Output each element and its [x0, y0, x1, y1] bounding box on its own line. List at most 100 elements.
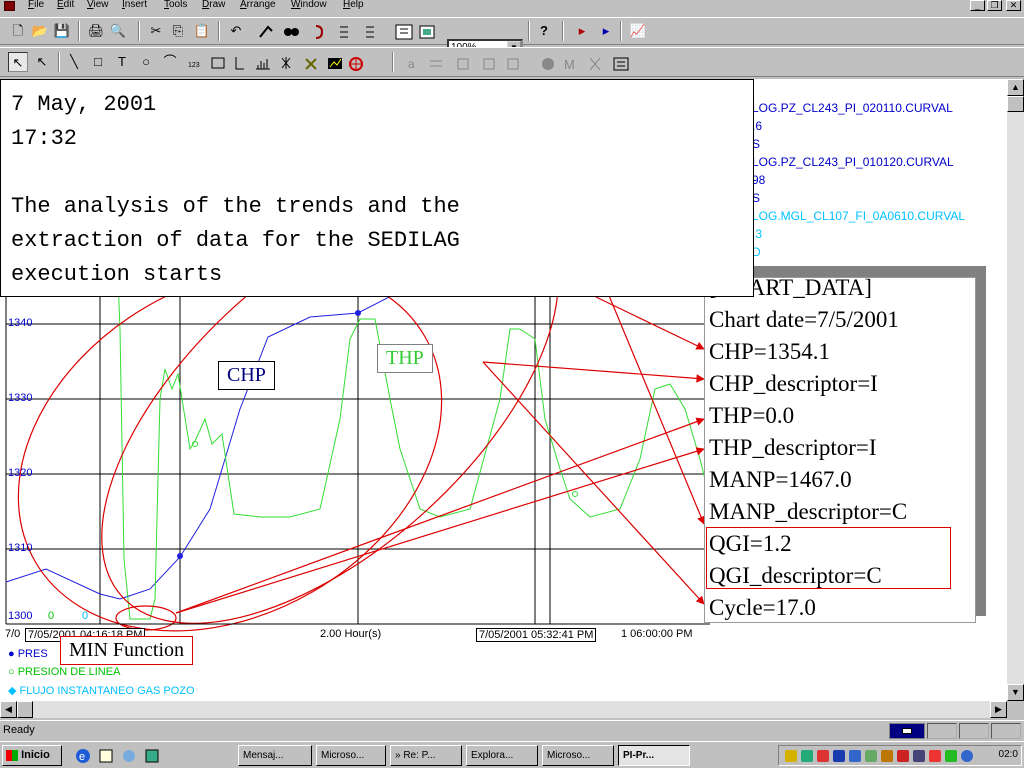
chart-data-line: THP=0.0 — [709, 403, 795, 428]
line-tool-icon[interactable]: ╲ — [64, 52, 84, 72]
note-date: 7 May, 2001 — [11, 92, 157, 117]
menu-help[interactable]: Help — [343, 0, 364, 10]
copy-icon[interactable]: ⎘ — [168, 21, 188, 41]
menu-draw[interactable]: Draw — [202, 0, 225, 10]
selector-icon[interactable]: ↖ — [32, 52, 52, 72]
cut-icon[interactable]: ✂ — [146, 21, 166, 41]
menu-edit[interactable]: Edit — [57, 0, 74, 10]
x-axis-cursor-time[interactable]: 7/05/2001 05:32:41 PM — [476, 628, 597, 642]
open-folder-icon[interactable]: 📂 — [30, 21, 50, 41]
symbol-tools-icons[interactable]: 123 — [186, 55, 366, 73]
chart-icon[interactable]: 📈 — [628, 21, 648, 41]
tray-icon[interactable] — [833, 750, 845, 762]
note-time: 17:32 — [11, 126, 78, 151]
y-tick-label: 1310 — [8, 542, 33, 554]
taskbar-item-re[interactable]: » Re: P... — [390, 745, 462, 766]
menu-window[interactable]: Window — [291, 0, 327, 10]
min-function-label[interactable]: MIN Function — [60, 636, 193, 665]
taskbar-item-pi[interactable]: PI-Pr... — [618, 745, 690, 766]
tray-icon[interactable] — [913, 750, 925, 762]
status-bar: Ready — [0, 720, 1024, 740]
status-pane — [991, 723, 1021, 739]
tray-icon[interactable] — [785, 750, 797, 762]
chp-label[interactable]: CHP — [218, 361, 275, 390]
tray-icon[interactable] — [865, 750, 877, 762]
chart-data-line: CHP=1354.1 — [709, 339, 830, 364]
undo-icon[interactable]: ↶ — [226, 21, 246, 41]
chart-data-line: THP_descriptor=I — [709, 435, 877, 460]
close-icon[interactable]: ✕ — [1006, 0, 1021, 11]
status-indicator — [889, 723, 925, 739]
tag-name[interactable]: LOG.MGL_CL107_FI_0A0610.CURVAL — [752, 207, 965, 225]
hscroll-thumb[interactable] — [17, 701, 33, 718]
print-icon[interactable]: 🖨 — [86, 21, 106, 41]
chp-series-marker — [355, 310, 361, 316]
tag-unit: S — [752, 191, 761, 205]
menu-tools[interactable]: Tools — [164, 0, 187, 10]
toolbar-separator — [392, 52, 394, 72]
tray-icon[interactable] — [961, 750, 973, 762]
arc-tool-icon[interactable]: ⌒ — [160, 52, 180, 72]
legend-item-pres[interactable]: ● PRES — [8, 648, 48, 660]
text-tool-icon[interactable]: T — [112, 52, 132, 72]
taskbar-item-explorer[interactable]: Explora... — [466, 745, 538, 766]
taskbar-item-microsoft-1[interactable]: Microso... — [316, 745, 386, 766]
print-preview-icon[interactable]: 🔍 — [108, 21, 128, 41]
scroll-up-icon[interactable]: ▲ — [1007, 79, 1024, 96]
tray-icon[interactable] — [849, 750, 861, 762]
tray-icon[interactable] — [945, 750, 957, 762]
tray-icon[interactable] — [801, 750, 813, 762]
menu-view[interactable]: View — [87, 0, 109, 10]
minimize-icon[interactable]: _ — [970, 0, 985, 11]
windows-logo-icon — [6, 749, 18, 761]
tray-icon[interactable] — [881, 750, 893, 762]
toolbar-misc-icons[interactable] — [258, 23, 454, 41]
play-icon[interactable]: ▸ — [596, 21, 616, 41]
legend-label: PRESION DE LINEA — [17, 666, 121, 678]
scroll-thumb[interactable] — [1007, 96, 1024, 112]
scroll-right-icon[interactable]: ▶ — [990, 701, 1007, 718]
menu-arrange[interactable]: Arrange — [240, 0, 276, 10]
run-icon[interactable]: ▸ — [572, 21, 592, 41]
app-icon[interactable] — [4, 1, 15, 11]
document-canvas[interactable]: 1340 1330 1320 1310 1300 0 0 7/0 7/05/20… — [0, 79, 1007, 701]
horizontal-scrollbar[interactable]: ◀ ▶ — [0, 701, 1007, 718]
paste-icon[interactable]: 📋 — [192, 21, 212, 41]
note-box[interactable]: 7 May, 2001 17:32 The analysis of the tren… — [0, 79, 754, 297]
legend-item-presion[interactable]: ○ PRESION DE LINEA — [8, 666, 120, 678]
thp-label[interactable]: THP — [377, 344, 433, 373]
vertical-scrollbar[interactable]: ▲ ▼ — [1007, 79, 1024, 701]
tray-icon[interactable] — [929, 750, 941, 762]
pointer-icon[interactable]: ↖ — [8, 52, 28, 72]
start-button[interactable]: Inicio — [2, 745, 62, 766]
toolbar-separator — [620, 21, 622, 41]
chart-data-line: Cycle=17.0 — [709, 595, 816, 620]
tray-icon[interactable] — [897, 750, 909, 762]
system-tray: 02:0 — [778, 745, 1022, 766]
scroll-corner — [1007, 701, 1024, 718]
rectangle-tool-icon[interactable]: □ — [88, 52, 108, 72]
quick-launch-icons[interactable]: e — [74, 747, 174, 765]
help-icon[interactable]: ? — [534, 21, 554, 41]
ellipse-tool-icon[interactable]: ○ — [136, 52, 156, 72]
note-spacer — [11, 156, 743, 190]
legend-item-flujo[interactable]: ◆ FLUJO INSTANTANEO GAS POZO — [8, 684, 195, 697]
tag-unit: D — [752, 245, 761, 259]
tray-icon[interactable] — [817, 750, 829, 762]
tag-list: LOG.PZ_CL243_PI_020110.CURVAL .6 S LOG.P… — [752, 99, 965, 261]
tag-name[interactable]: LOG.PZ_CL243_PI_020110.CURVAL — [752, 99, 965, 117]
taskbar-item-microsoft-2[interactable]: Microso... — [542, 745, 614, 766]
scroll-down-icon[interactable]: ▼ — [1007, 684, 1024, 701]
clock[interactable]: 02:0 — [999, 749, 1018, 760]
taskbar-item-mensaj[interactable]: Mensaj... — [238, 745, 312, 766]
save-icon[interactable]: 💾 — [52, 21, 72, 41]
scroll-left-icon[interactable]: ◀ — [0, 701, 17, 718]
tag-name[interactable]: LOG.PZ_CL243_PI_010120.CURVAL — [752, 153, 965, 171]
restore-icon[interactable]: ❐ — [987, 0, 1002, 11]
menu-file[interactable]: File — [28, 0, 44, 10]
menu-insert[interactable]: Insert — [122, 0, 147, 10]
y-tick-label: 1330 — [8, 392, 33, 404]
new-file-icon[interactable]: 🗋 — [8, 21, 28, 41]
note-text: The analysis of the trends and the — [11, 194, 460, 219]
x-axis-end-time: 1 06:00:00 PM — [621, 628, 693, 640]
